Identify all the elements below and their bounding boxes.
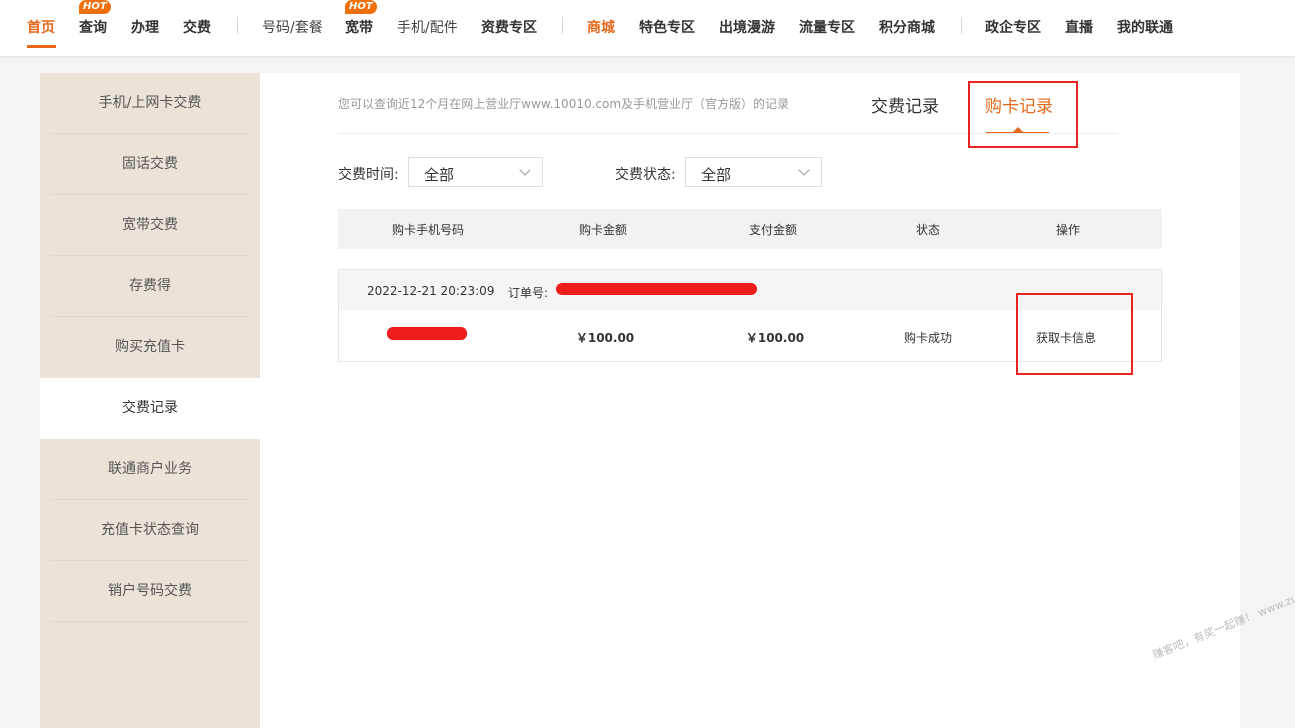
nav-handle[interactable]: 办理 xyxy=(131,17,159,37)
nav-phone-accessories[interactable]: 手机/配件 xyxy=(397,17,458,37)
nav-roaming[interactable]: 出境漫游 xyxy=(719,17,775,37)
chevron-down-icon xyxy=(798,164,810,176)
nav-number-plan[interactable]: 号码/套餐 xyxy=(262,17,323,37)
query-hint: 您可以查询近12个月在网上营业厅www.10010.com及手机营业厅（官方版）… xyxy=(338,97,790,111)
nav-points-mall[interactable]: 积分商城 xyxy=(879,17,935,37)
status-cell: 购卡成功 xyxy=(903,331,953,345)
nav-divider xyxy=(961,17,962,34)
order-number-redaction xyxy=(556,283,757,295)
nav-divider xyxy=(237,17,238,34)
sidebar-item-card-status[interactable]: 充值卡状态查询 xyxy=(40,500,260,561)
nav-data-zone[interactable]: 流量专区 xyxy=(799,17,855,37)
nav-tariff-zone[interactable]: 资费专区 xyxy=(481,17,537,37)
filter-time-select[interactable]: 全部 xyxy=(408,157,543,187)
hot-badge-broadband: HOT xyxy=(345,0,377,14)
main-content: 您可以查询近12个月在网上营业厅www.10010.com及手机营业厅（官方版）… xyxy=(260,73,1240,728)
table-header: 购卡手机号码 购卡金额 支付金额 状态 操作 xyxy=(338,209,1162,249)
order-time: 2022-12-21 20:23:09 xyxy=(367,284,495,298)
column-header-phone: 购卡手机号码 xyxy=(391,223,465,237)
nav-divider xyxy=(562,17,563,34)
highlight-box-action xyxy=(1016,293,1133,375)
filter-status-label: 交费状态: xyxy=(615,167,676,183)
order-number-label: 订单号: xyxy=(508,286,549,300)
column-header-action: 操作 xyxy=(1055,223,1081,237)
filter-status-select[interactable]: 全部 xyxy=(685,157,822,187)
sidebar-item-broadband-pay[interactable]: 宽带交费 xyxy=(40,195,260,256)
sidebar-item-buy-card[interactable]: 购买充值卡 xyxy=(40,317,260,378)
nav-home[interactable]: 首页 xyxy=(27,17,55,37)
sidebar: 手机/上网卡交费 固话交费 宽带交费 存费得 购买充值卡 交费记录 联通商户业务… xyxy=(40,73,260,728)
filter-status-value: 全部 xyxy=(701,166,732,184)
sidebar-divider xyxy=(50,621,250,622)
sidebar-item-closed-account-pay[interactable]: 销户号码交费 xyxy=(40,561,260,622)
card-amount-cell: ￥100.00 xyxy=(575,331,635,345)
nav-query[interactable]: 查询 xyxy=(79,17,107,37)
nav-pay[interactable]: 交费 xyxy=(183,17,211,37)
column-header-status: 状态 xyxy=(915,223,941,237)
tab-payment-records[interactable]: 交费记录 xyxy=(871,92,939,117)
nav-broadband[interactable]: 宽带 xyxy=(345,17,373,37)
hot-badge-query: HOT xyxy=(79,0,111,14)
nav-enterprise[interactable]: 政企专区 xyxy=(985,17,1041,37)
pay-amount-cell: ￥100.00 xyxy=(745,331,805,345)
sidebar-item-landline-pay[interactable]: 固话交费 xyxy=(40,134,260,195)
nav-my-unicom[interactable]: 我的联通 xyxy=(1117,17,1173,37)
filter-time-value: 全部 xyxy=(424,166,455,184)
sidebar-item-mobile-pay[interactable]: 手机/上网卡交费 xyxy=(40,73,260,134)
sidebar-item-payment-records[interactable]: 交费记录 xyxy=(40,378,260,439)
phone-number-redaction xyxy=(387,327,467,340)
sidebar-item-deposit-bonus[interactable]: 存费得 xyxy=(40,256,260,317)
highlight-box-tab xyxy=(968,81,1078,148)
filter-time-label: 交费时间: xyxy=(338,167,399,183)
chevron-down-icon xyxy=(519,164,531,176)
nav-featured-zone[interactable]: 特色专区 xyxy=(639,17,695,37)
nav-mall[interactable]: 商城 xyxy=(587,17,615,37)
top-navigation: 首页 HOT 查询 办理 交费 号码/套餐 HOT 宽带 手机/配件 资费专区 … xyxy=(0,0,1295,57)
nav-active-indicator xyxy=(27,45,56,48)
sidebar-item-merchant[interactable]: 联通商户业务 xyxy=(40,439,260,500)
column-header-pay-amount: 支付金额 xyxy=(748,223,798,237)
nav-live[interactable]: 直播 xyxy=(1065,17,1093,37)
column-header-card-amount: 购卡金额 xyxy=(578,223,628,237)
